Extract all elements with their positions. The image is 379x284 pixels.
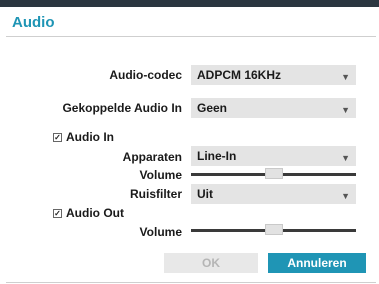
linked-audio-select[interactable]: Geen ▼ — [191, 98, 356, 118]
linked-audio-value: Geen — [197, 101, 228, 115]
linked-audio-label: Gekoppelde Audio In — [62, 101, 182, 115]
dialog-title: Audio — [12, 14, 55, 31]
slider-thumb[interactable] — [265, 168, 283, 179]
volume-in-label: Volume — [139, 168, 182, 182]
volume-out-slider[interactable] — [191, 223, 356, 237]
volume-in-slider[interactable] — [191, 167, 356, 181]
ok-button[interactable]: OK — [164, 253, 258, 273]
title-divider — [6, 36, 376, 37]
checkbox-icon: ✓ — [53, 132, 62, 142]
checkbox-icon: ✓ — [53, 208, 62, 218]
noise-filter-value: Uit — [197, 187, 213, 201]
dialog-bottom-border — [6, 282, 376, 283]
codec-select[interactable]: ADPCM 16KHz ▼ — [191, 65, 356, 85]
audio-in-checkbox[interactable]: ✓ Audio In — [53, 130, 114, 144]
chevron-down-icon: ▼ — [341, 105, 350, 115]
device-label: Apparaten — [122, 150, 182, 164]
noise-filter-select[interactable]: Uit ▼ — [191, 184, 356, 204]
volume-out-label: Volume — [139, 225, 182, 239]
noise-filter-label: Ruisfilter — [129, 187, 182, 201]
audio-out-checkbox[interactable]: ✓ Audio Out — [53, 206, 124, 220]
chevron-down-icon: ▼ — [341, 191, 350, 201]
device-value: Line-In — [197, 149, 237, 163]
chevron-down-icon: ▼ — [341, 153, 350, 163]
window-top-bar — [0, 0, 379, 7]
device-select[interactable]: Line-In ▼ — [191, 146, 356, 166]
cancel-button[interactable]: Annuleren — [268, 253, 366, 273]
codec-label: Audio-codec — [109, 68, 182, 82]
slider-thumb[interactable] — [265, 224, 283, 235]
codec-value: ADPCM 16KHz — [197, 68, 282, 82]
audio-out-label: Audio Out — [66, 206, 124, 220]
chevron-down-icon: ▼ — [341, 72, 350, 82]
audio-in-label: Audio In — [66, 130, 114, 144]
